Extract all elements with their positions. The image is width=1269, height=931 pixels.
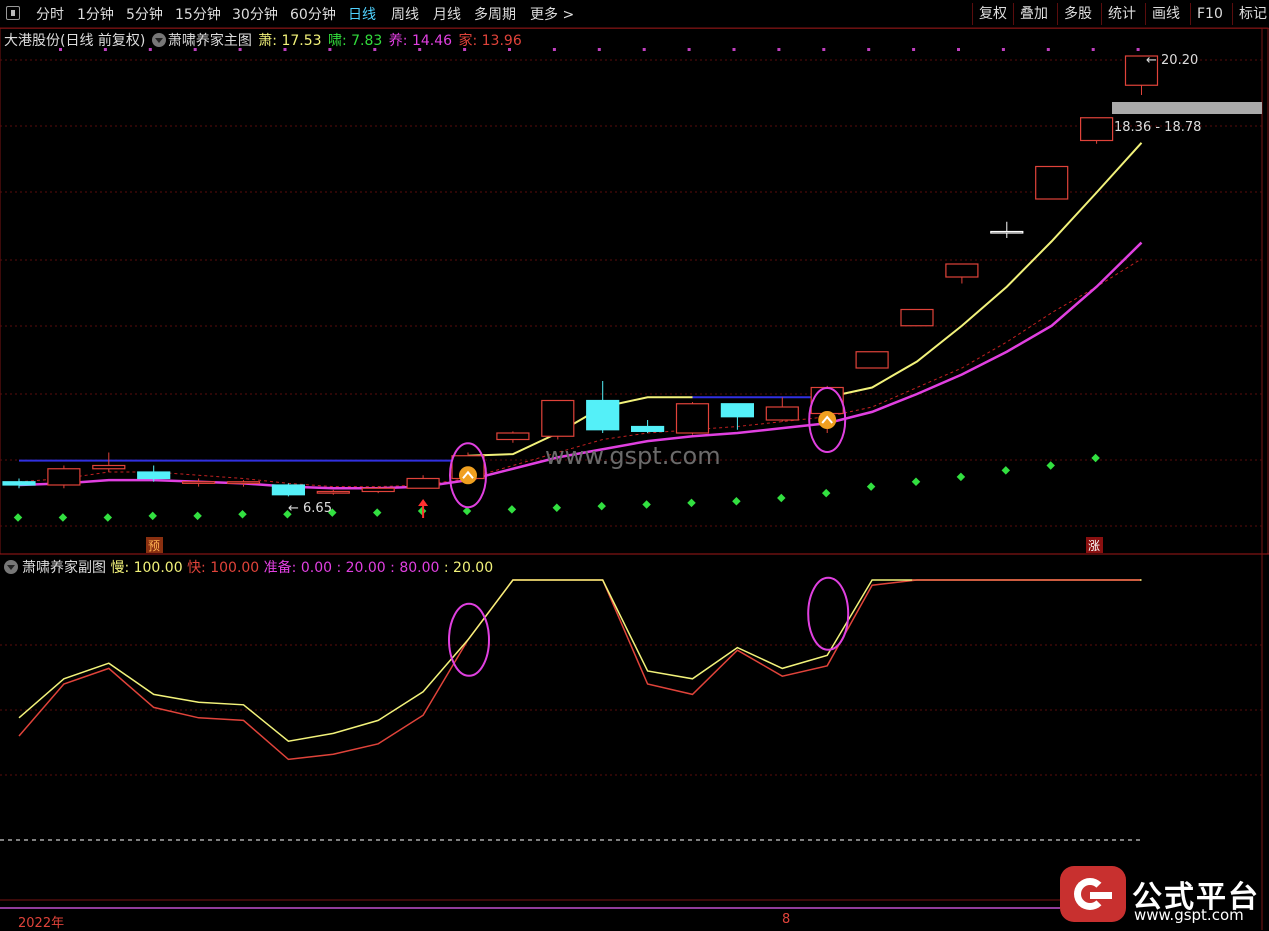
candle-body [406,477,440,489]
purple-marker [59,48,62,51]
purple-marker [1001,48,1005,51]
purple-marker [687,48,691,51]
main-panel-frame [0,27,1269,555]
buy-signal-icon [459,466,477,485]
high-price-label: ← 20.20 [1146,53,1198,68]
green-dot [1001,466,1011,475]
green-dot [821,488,831,498]
brand-logo-icon [1060,866,1126,922]
pre-tag-label: 预 [148,539,160,553]
purple-marker [373,48,377,51]
green-dot [777,493,786,503]
sub-fast-line [18,579,1142,761]
candle-body [137,471,171,480]
candle-body [47,468,81,486]
green-dot [552,503,562,512]
green-dot [13,513,23,522]
candle-body [900,308,934,327]
candle-body [1035,165,1069,200]
green-dot [372,508,382,517]
candle-body [1079,117,1114,142]
purple-marker [1046,48,1050,51]
purple-marker [103,48,107,51]
green-dot [148,511,157,521]
candle-body [361,487,395,493]
stock-chart[interactable]: ← 20.20 18.36 - 18.78 ← 6.65 预 涨 www.gspt.com [0,0,1269,930]
purple-marker [732,48,736,51]
candle-body [92,464,126,470]
purple-marker [508,48,511,51]
purple-marker [552,48,556,51]
purple-marker [822,48,826,51]
purple-marker [148,48,152,51]
purple-marker [867,48,871,51]
candle-body [496,432,530,441]
purple-marker [642,48,646,51]
green-dot [1046,461,1055,470]
candle-body [316,490,350,494]
purple-marker [238,48,242,51]
year-label: 2022年 [18,916,65,931]
candle-body [271,484,305,496]
green-dot [687,498,696,508]
green-dot [732,497,741,506]
candle-body [226,481,261,484]
green-dot [103,513,113,522]
green-dot [911,477,921,486]
green-dot [1091,453,1100,463]
up-arrow-head [418,499,429,506]
green-dot [956,472,966,482]
green-dot [507,505,517,514]
green-dot [642,500,651,509]
candle-body [586,399,620,431]
sub-slow-line [18,579,1142,742]
candle-body [855,351,889,369]
candle-body [810,386,844,415]
candle-body [945,263,979,278]
low-price-label: ← 6.65 [288,501,332,516]
purple-marker [957,48,960,51]
purple-marker [1136,48,1140,51]
range-price-label: 18.36 - 18.78 [1114,120,1201,135]
green-dot [238,510,247,519]
purple-marker [912,48,916,51]
sub-signal-circle [807,576,850,651]
up-tag-label: 涨 [1088,538,1100,553]
candle-body [765,406,799,421]
green-dot [597,501,606,511]
candle-body [720,403,755,418]
purple-marker [283,48,287,51]
purple-marker [193,48,197,51]
candle-body [990,230,1024,234]
candle-body [182,481,216,484]
month-label: 8 [782,912,791,927]
range-bar [1112,102,1262,114]
candle-body [630,425,665,432]
purple-marker [463,48,467,51]
green-dot [58,513,68,522]
green-dot [866,482,876,491]
candle-body [541,399,575,437]
candle-body [2,481,36,486]
buy-signal-icon [818,411,837,429]
watermark-text: www.gspt.com [545,442,721,470]
purple-marker [597,48,601,51]
sub-signal-circle [448,602,490,677]
purple-marker [328,48,332,51]
green-dot [193,511,202,521]
candle-body [675,403,710,434]
purple-marker [418,48,422,51]
purple-marker [1091,48,1095,51]
purple-marker [777,48,781,51]
brand-url: www.gspt.com [1134,906,1244,924]
